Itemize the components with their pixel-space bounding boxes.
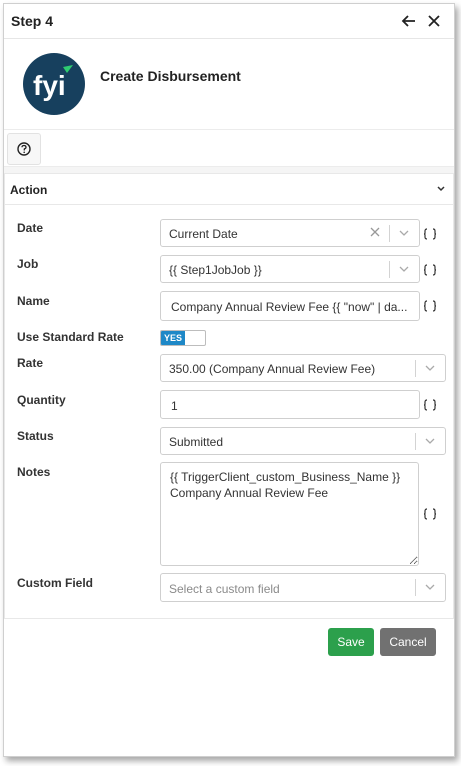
job-value: {{ Step1JobJob }} [169, 263, 262, 277]
variable-braces-icon[interactable] [423, 228, 437, 240]
back-arrow-icon[interactable] [399, 11, 419, 31]
date-select[interactable]: Current Date [160, 219, 420, 247]
chevron-down-icon [425, 365, 435, 371]
panel-title: Step 4 [11, 13, 54, 29]
chevron-down-icon [425, 584, 435, 590]
status-label: Status [17, 429, 54, 443]
help-button[interactable] [7, 133, 41, 165]
question-icon [17, 142, 31, 156]
variable-braces-icon[interactable] [423, 264, 437, 276]
step-name: Create Disbursement [100, 68, 241, 84]
save-button[interactable]: Save [328, 628, 374, 656]
clear-icon[interactable] [370, 227, 380, 237]
toggle-on-label: YES [161, 331, 185, 345]
custom-field-select[interactable]: Select a custom field [160, 573, 446, 602]
chevron-down-icon [399, 230, 409, 236]
variable-braces-icon[interactable] [423, 508, 437, 520]
close-icon[interactable] [424, 11, 444, 31]
rate-select[interactable]: 350.00 (Company Annual Review Fee) [160, 354, 446, 382]
job-select[interactable]: {{ Step1JobJob }} [160, 255, 420, 283]
name-input[interactable]: Company Annual Review Fee {{ "now" | da.… [160, 291, 420, 321]
chevron-down-icon [425, 438, 435, 444]
date-value: Current Date [169, 227, 238, 241]
section-title: Action [10, 183, 48, 197]
quantity-input[interactable]: 1 [160, 390, 420, 419]
notes-label: Notes [17, 465, 51, 479]
use-standard-rate-label: Use Standard Rate [17, 330, 124, 344]
action-section: Action Date Current Date Job {{ Step1Job… [4, 173, 454, 619]
name-value: Company Annual Review Fee {{ "now" | da.… [171, 300, 408, 314]
quantity-label: Quantity [17, 393, 66, 407]
rate-label: Rate [17, 356, 44, 370]
select-separator [415, 360, 416, 377]
use-standard-rate-toggle[interactable]: YES [160, 330, 206, 346]
status-select[interactable]: Submitted [160, 427, 446, 455]
date-label: Date [17, 221, 44, 235]
variable-braces-icon[interactable] [423, 300, 437, 312]
step-summary: fyi Create Disbursement [4, 39, 454, 130]
select-separator [415, 433, 416, 450]
job-label: Job [17, 257, 39, 271]
notes-textarea[interactable]: {{ TriggerClient_custom_Business_Name }}… [160, 462, 419, 566]
chevron-down-icon [399, 266, 409, 272]
rate-value: 350.00 (Company Annual Review Fee) [169, 362, 376, 376]
variable-braces-icon[interactable] [423, 399, 437, 411]
chevron-down-icon [437, 186, 445, 192]
panel-header: Step 4 [4, 4, 454, 39]
select-separator [389, 261, 390, 278]
select-separator [415, 579, 416, 596]
svg-text:fyi: fyi [33, 70, 66, 101]
custom-field-placeholder: Select a custom field [169, 582, 280, 596]
action-section-header[interactable]: Action [5, 174, 453, 205]
quantity-value: 1 [171, 399, 178, 413]
custom-field-label: Custom Field [17, 576, 94, 590]
cancel-button[interactable]: Cancel [380, 628, 436, 656]
name-label: Name [17, 294, 50, 308]
step-panel: Step 4 fyi Create Disbursement Action Da… [3, 3, 455, 757]
help-row [4, 130, 454, 167]
fyi-logo: fyi [23, 53, 85, 115]
status-value: Submitted [169, 435, 224, 449]
select-separator [389, 225, 390, 242]
